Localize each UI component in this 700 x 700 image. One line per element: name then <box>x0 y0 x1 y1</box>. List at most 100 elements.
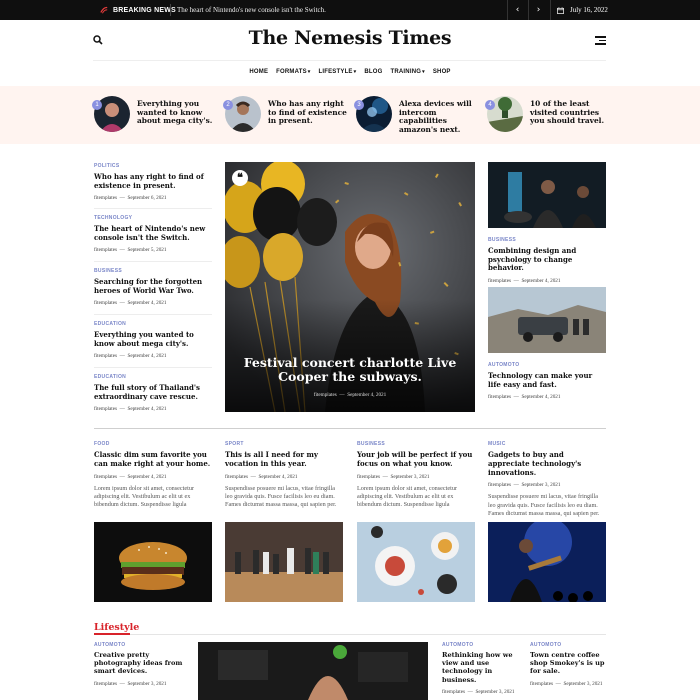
category-label[interactable]: BUSINESS <box>94 268 212 274</box>
list-item[interactable]: AUTOMOTO Town centre coffee shop Smokey'… <box>530 642 606 687</box>
author[interactable]: fitemplates <box>488 394 511 400</box>
featured-title[interactable]: 10 of the least visited countries you sh… <box>530 99 615 126</box>
article-title[interactable]: Everything you wanted to know about mega… <box>94 330 212 348</box>
grid-article[interactable]: MUSIC Gadgets to buy and appreciate tech… <box>488 441 606 519</box>
featured-item[interactable]: 1 Everything you wanted to know about me… <box>92 96 224 134</box>
category-label[interactable]: TECHNOLOGY <box>94 215 212 221</box>
category-label[interactable]: FOOD <box>94 441 212 447</box>
article-title[interactable]: Rethinking how we view and use technolog… <box>442 651 518 684</box>
article-image[interactable] <box>225 522 343 602</box>
article-title[interactable]: Searching for the forgotten heroes of Wo… <box>94 277 212 295</box>
category-label[interactable]: AUTOMOTO <box>530 642 606 648</box>
post-date: September 4, 2021 <box>347 392 387 398</box>
featured-item[interactable]: 3 Alexa devices will intercom capabiliti… <box>354 96 486 134</box>
article-title[interactable]: Creative pretty photography ideas from s… <box>94 651 184 676</box>
list-item[interactable]: EDUCATION The full story of Thailand's e… <box>94 374 212 412</box>
author[interactable]: fitemplates <box>225 474 248 480</box>
category-label[interactable]: AUTOMOTO <box>94 642 184 648</box>
hero-meta: fitemplates — September 4, 2021 <box>313 392 387 398</box>
post-date: September 4, 2021 <box>521 277 561 284</box>
current-date: July 16, 2022 <box>550 0 608 20</box>
featured-title[interactable]: Who has any right to find of existence i… <box>268 99 353 126</box>
nav-item-lifestyle[interactable]: LIFESTYLE ▾ <box>319 66 357 78</box>
featured-item[interactable]: 4 10 of the least visited countries you … <box>485 96 617 134</box>
quote-icon: ❝ <box>232 170 248 186</box>
nav-item-formats[interactable]: FORMATS ▾ <box>276 66 310 78</box>
category-label[interactable]: MUSIC <box>488 441 606 447</box>
author[interactable]: fitemplates <box>94 474 117 480</box>
category-label[interactable]: BUSINESS <box>488 237 606 243</box>
grid-article[interactable]: FOOD Classic dim sum favorite you can ma… <box>94 441 212 510</box>
nav-item-home[interactable]: HOME <box>249 66 268 78</box>
masthead: The Nemesis Times <box>0 20 700 60</box>
list-item[interactable]: BUSINESS Searching for the forgotten her… <box>94 268 212 306</box>
article-image[interactable] <box>488 287 606 353</box>
flash-icon <box>100 6 108 14</box>
article-title[interactable]: The heart of Nintendo's new console isn'… <box>94 224 212 242</box>
author[interactable]: fitemplates <box>442 689 465 695</box>
article-title[interactable]: Your job will be perfect if you focus on… <box>357 450 475 469</box>
category-label[interactable]: SPORT <box>225 441 343 447</box>
grid-article[interactable]: BUSINESS Your job will be perfect if you… <box>357 441 475 510</box>
author[interactable]: fitemplates <box>530 681 553 687</box>
article-excerpt: Lorem ipsum dolor sit amet, consectetur … <box>94 484 195 509</box>
featured-title[interactable]: Everything you wanted to know about mega… <box>137 99 222 126</box>
article-image[interactable] <box>488 522 606 602</box>
article-meta: fitemplates — September 3, 2021 <box>442 688 515 695</box>
author[interactable]: fitemplates <box>94 195 117 201</box>
article-title[interactable]: Classic dim sum favorite you can make ri… <box>94 450 212 469</box>
menu-icon[interactable] <box>595 36 606 45</box>
breaking-news-label: BREAKING NEWS <box>100 0 176 20</box>
list-item[interactable]: EDUCATION Everything you wanted to know … <box>94 321 212 359</box>
author[interactable]: fitemplates <box>314 392 337 398</box>
list-item[interactable]: AUTOMOTO Rethinking how we view and use … <box>442 642 518 695</box>
ticker-prev-button[interactable]: ‹ <box>507 0 527 20</box>
category-label[interactable]: EDUCATION <box>94 374 212 380</box>
author[interactable]: fitemplates <box>357 474 380 480</box>
grid-article[interactable]: SPORT This is all I need for my vocation… <box>225 441 343 510</box>
article-image[interactable] <box>94 522 212 602</box>
category-label[interactable]: POLITICS <box>94 163 212 169</box>
article-title[interactable]: The full story of Thailand's extraordina… <box>94 383 212 401</box>
hero-title[interactable]: Festival concert charlotte Live Cooper t… <box>225 356 475 384</box>
author[interactable]: fitemplates <box>94 406 117 412</box>
post-date: September 3, 2021 <box>390 473 430 480</box>
author[interactable]: fitemplates <box>94 247 117 253</box>
author[interactable]: fitemplates <box>488 278 511 284</box>
nav-item-blog[interactable]: BLOG <box>364 66 382 78</box>
list-item[interactable]: TECHNOLOGY The heart of Nintendo's new c… <box>94 215 212 253</box>
article-image[interactable] <box>357 522 475 602</box>
category-label[interactable]: EDUCATION <box>94 321 212 327</box>
author[interactable]: fitemplates <box>94 353 117 359</box>
news-ticker[interactable]: The heart of Nintendo's new console isn'… <box>177 0 326 20</box>
article-meta: fitemplates — September 4, 2021 <box>94 300 167 307</box>
author[interactable]: fitemplates <box>94 681 117 687</box>
featured-title[interactable]: Alexa devices will intercom capabilities… <box>399 99 484 134</box>
article-title[interactable]: Technology can make your life easy and f… <box>488 371 606 389</box>
category-label[interactable]: AUTOMOTO <box>442 642 518 648</box>
list-item[interactable]: BUSINESS Combining design and psychology… <box>488 237 606 284</box>
article-title[interactable]: This is all I need for my vocation in th… <box>225 450 343 469</box>
featured-item[interactable]: 2 Who has any right to find of existence… <box>223 96 355 134</box>
article-meta: fitemplates — September 4, 2021 <box>94 473 167 480</box>
nav-item-shop[interactable]: SHOP <box>433 66 451 78</box>
article-title[interactable]: Combining design and psychology to chang… <box>488 246 606 273</box>
article-image[interactable] <box>198 642 428 700</box>
category-label[interactable]: BUSINESS <box>357 441 475 447</box>
ticker-next-button[interactable]: › <box>528 0 548 20</box>
article-title[interactable]: Town centre coffee shop Smokey's is up f… <box>530 651 606 676</box>
article-title[interactable]: Gadgets to buy and appreciate technology… <box>488 450 606 477</box>
article-image[interactable] <box>488 162 606 228</box>
author[interactable]: fitemplates <box>94 300 117 306</box>
article-excerpt: Suspendisse posuere mi lacus, vitae frin… <box>225 484 337 509</box>
section-title[interactable]: Lifestyle <box>94 622 139 633</box>
list-item[interactable]: POLITICS Who has any right to find of ex… <box>94 163 212 201</box>
list-item[interactable]: AUTOMOTO Creative pretty photography ide… <box>94 642 184 687</box>
post-date: September 3, 2021 <box>127 680 167 687</box>
article-title[interactable]: Who has any right to find of existence i… <box>94 172 212 190</box>
main-nav: HOME FORMATS ▾ LIFESTYLE ▾ BLOG TRAINING ▾ … <box>0 66 700 78</box>
author[interactable]: fitemplates <box>488 482 511 488</box>
category-label[interactable]: AUTOMOTO <box>488 362 606 368</box>
nav-item-training[interactable]: TRAINING ▾ <box>391 66 425 78</box>
list-item[interactable]: AUTOMOTO Technology can make your life e… <box>488 362 606 400</box>
